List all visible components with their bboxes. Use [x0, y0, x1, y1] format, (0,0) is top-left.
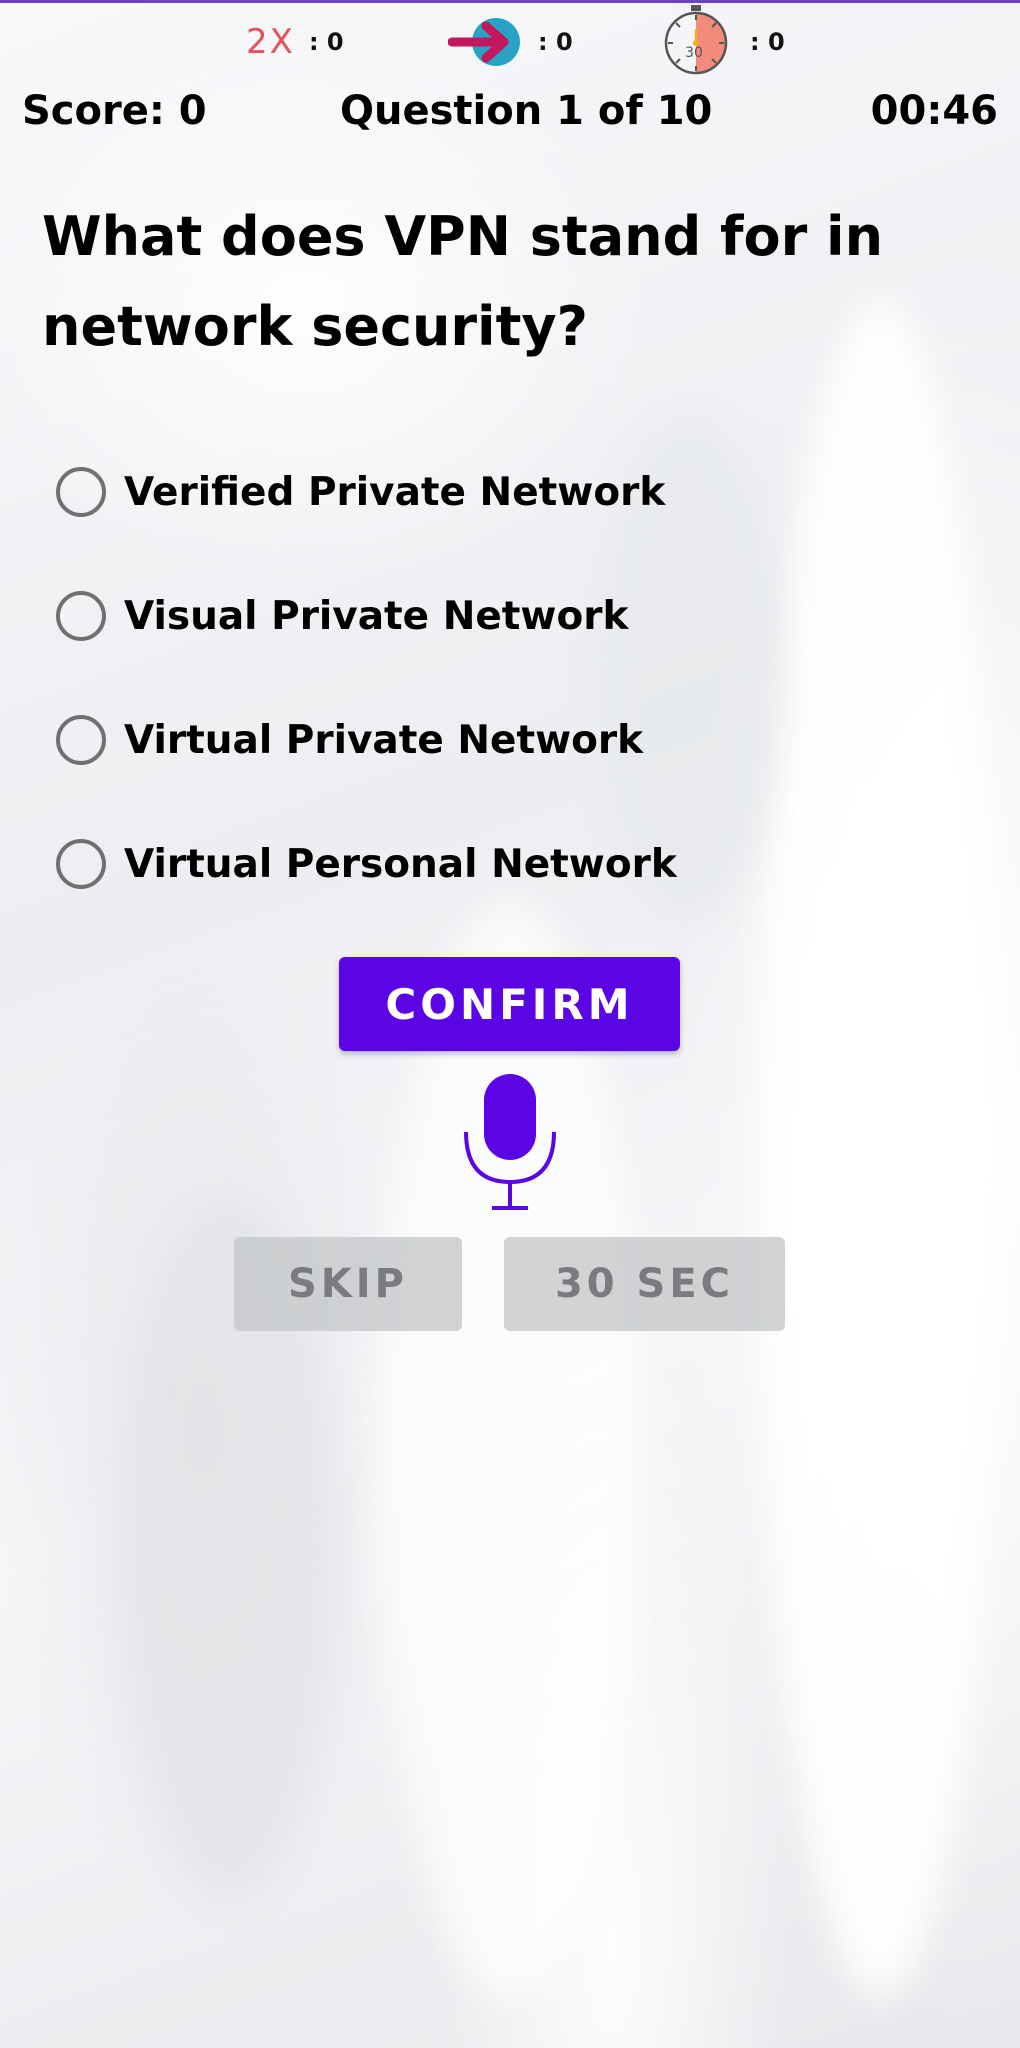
countdown-timer: 00:46 [870, 88, 998, 134]
option-label: Visual Private Network [124, 593, 629, 639]
lifelines-bar: 2X : 0 : 0 30: 0 [0, 5, 1020, 75]
option-3[interactable]: Virtual Private Network [56, 678, 956, 802]
extra-time-count: : 0 [750, 28, 785, 56]
skip-count: : 0 [538, 28, 573, 56]
skip-arrow-icon [447, 14, 524, 70]
option-label: Virtual Personal Network [124, 841, 677, 887]
top-accent-line [0, 0, 1020, 3]
score-label: Score: 0 [22, 88, 207, 134]
option-1[interactable]: Verified Private Network [56, 430, 956, 554]
radio-button-icon[interactable] [56, 467, 106, 517]
double-points-icon: 2X [246, 22, 295, 62]
stopwatch-label: 30 [685, 45, 703, 61]
radio-button-icon[interactable] [56, 839, 106, 889]
answer-options: Verified Private Network Visual Private … [56, 430, 956, 926]
double-points-lifeline[interactable]: 2X : 0 [246, 14, 344, 70]
stopwatch-icon: 30 [656, 0, 736, 79]
double-points-count: : 0 [308, 28, 344, 56]
skip-button[interactable]: SKIP [234, 1237, 462, 1331]
microphone-icon[interactable] [458, 1070, 562, 1220]
option-label: Virtual Private Network [124, 717, 644, 763]
confirm-button[interactable]: CONFIRM [339, 957, 680, 1051]
option-2[interactable]: Visual Private Network [56, 554, 956, 678]
add-30-seconds-button[interactable]: 30 SEC [504, 1237, 785, 1331]
skip-lifeline[interactable]: : 0 [447, 14, 573, 70]
option-label: Verified Private Network [124, 469, 666, 515]
extra-time-lifeline[interactable]: 30 : 0 [656, 5, 785, 75]
radio-button-icon[interactable] [56, 715, 106, 765]
question-text: What does VPN stand for in network secur… [42, 205, 884, 358]
option-4[interactable]: Virtual Personal Network [56, 802, 956, 926]
status-bar: Score: 0 Question 1 of 10 00:46 [0, 88, 1020, 138]
question-progress: Question 1 of 10 [340, 88, 713, 134]
radio-button-icon[interactable] [56, 591, 106, 641]
